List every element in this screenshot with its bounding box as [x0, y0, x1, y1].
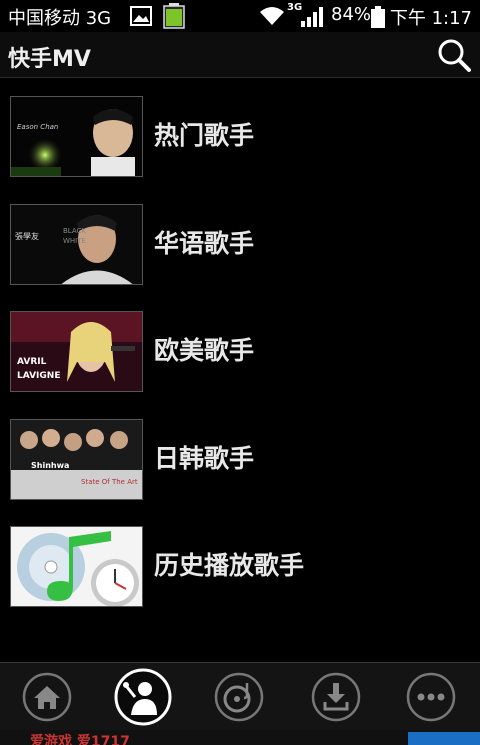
svg-text:WHITE: WHITE — [63, 237, 86, 245]
nav-disc-button[interactable] — [213, 671, 265, 723]
carrier-label: 中国移动 3G — [8, 8, 112, 29]
ad-banner[interactable]: 爱游戏 爱1717 — [0, 730, 480, 745]
ad-button[interactable] — [408, 732, 480, 745]
category-row-chinese[interactable]: 張學友 BLACK WHITE 华语歌手 — [0, 202, 480, 302]
svg-text:Eason Chan: Eason Chan — [17, 123, 58, 131]
singer-icon — [114, 668, 172, 726]
category-label: 热门歌手 — [154, 121, 255, 150]
status-bar: 中国移动 3G 3G 84% 下午 1:17 — [0, 0, 480, 32]
category-thumbnail: Eason Chan — [10, 96, 143, 177]
category-label: 日韩歌手 — [154, 444, 255, 473]
svg-text:AVRIL: AVRIL — [17, 357, 47, 367]
search-button[interactable] — [436, 37, 472, 73]
svg-text:BLACK: BLACK — [63, 227, 86, 235]
category-row-japan-korea[interactable]: Shinhwa State Of The Art 日韩歌手 — [0, 417, 480, 517]
more-icon — [406, 672, 456, 722]
battery-level: 84% — [331, 4, 372, 25]
clock: 下午 1:17 — [389, 8, 472, 29]
app-title: 快手MV — [8, 47, 91, 72]
image-icon — [130, 6, 152, 30]
home-icon — [22, 672, 72, 722]
nav-download-button[interactable] — [310, 671, 362, 723]
category-row-western[interactable]: AVRIL LAVIGNE 欧美歌手 — [0, 309, 480, 409]
svg-text:Shinhwa: Shinhwa — [31, 461, 69, 470]
wifi-icon — [258, 5, 286, 31]
nav-more-button[interactable] — [405, 671, 457, 723]
category-label: 欧美歌手 — [154, 336, 255, 365]
category-label: 华语歌手 — [154, 229, 255, 258]
category-thumbnail: AVRIL LAVIGNE — [10, 311, 143, 392]
bottom-nav — [0, 662, 480, 730]
svg-text:LAVIGNE: LAVIGNE — [17, 371, 60, 381]
svg-text:State Of The Art: State Of The Art — [81, 478, 138, 486]
category-thumbnail: Shinhwa State Of The Art — [10, 419, 143, 500]
category-thumbnail: 張學友 BLACK WHITE — [10, 204, 143, 285]
category-label: 历史播放歌手 — [154, 551, 305, 580]
category-row-hot[interactable]: Eason Chan 热门歌手 — [0, 94, 480, 194]
category-thumbnail — [10, 526, 143, 607]
category-row-history[interactable]: 历史播放歌手 — [0, 524, 480, 624]
ad-text: 爱游戏 爱1717 — [30, 734, 130, 745]
signal-icon — [300, 6, 324, 32]
app-bar: 快手MV — [0, 32, 480, 78]
svg-text:張學友: 張學友 — [15, 231, 39, 241]
nav-singer-button[interactable] — [113, 667, 173, 727]
battery-charging-icon — [163, 3, 185, 33]
disc-icon — [214, 672, 264, 722]
download-icon — [311, 672, 361, 722]
nav-home-button[interactable] — [21, 671, 73, 723]
search-icon — [438, 39, 471, 72]
battery-icon — [371, 6, 385, 32]
